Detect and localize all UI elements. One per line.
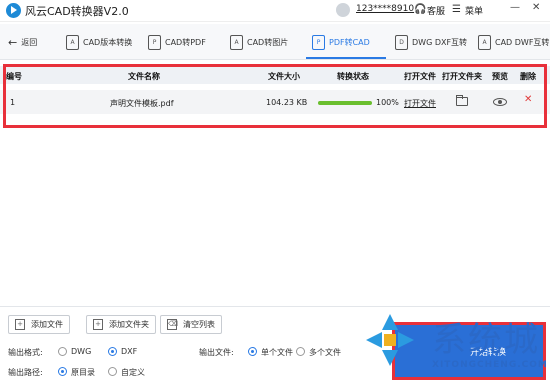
watermark-logo-icon xyxy=(366,314,414,366)
add-file-button[interactable]: + 添加文件 xyxy=(8,315,70,334)
custom-dir-label: 自定义 xyxy=(121,368,145,377)
output-file-label: 输出文件: xyxy=(199,348,234,357)
conversion-toolbar: ← 返回 A CAD版本转换 P CAD转PDF A CAD转图片 P PDF转… xyxy=(0,24,550,60)
title-bar: 风云CAD转换器V2.0 123****8910 🎧 客服 ☰ 菜单 — ✕ xyxy=(0,0,550,22)
tab-cad-dwf[interactable]: A CAD DWF互转 xyxy=(478,32,549,52)
format-dxf-label: DXF xyxy=(121,347,138,356)
tab-cad-to-image[interactable]: A CAD转图片 xyxy=(230,32,288,52)
tab-cad-to-pdf[interactable]: P CAD转PDF xyxy=(148,32,206,52)
app-logo-icon xyxy=(6,3,21,18)
user-avatar-icon[interactable] xyxy=(336,3,350,17)
original-dir-radio[interactable] xyxy=(58,367,67,376)
highlight-box-table xyxy=(3,64,547,128)
active-tab-indicator xyxy=(306,57,386,59)
format-dxf-radio[interactable] xyxy=(108,347,117,356)
pdf-file-icon: P xyxy=(148,34,161,50)
output-path-label: 输出路径: xyxy=(8,368,43,377)
custom-dir-radio[interactable] xyxy=(108,367,117,376)
back-button[interactable]: ← 返回 xyxy=(8,32,37,52)
menu-button[interactable]: 菜单 xyxy=(465,4,483,17)
multi-file-label: 多个文件 xyxy=(309,348,341,357)
add-folder-icon: + xyxy=(93,319,103,330)
watermark-text: 系统城 xyxy=(432,320,540,360)
tab-cad-version[interactable]: A CAD版本转换 xyxy=(66,32,132,52)
tab-label: PDF转CAD xyxy=(329,37,370,47)
single-file-radio[interactable] xyxy=(248,347,257,356)
clear-list-label: 清空列表 xyxy=(183,320,215,329)
tab-label: CAD转图片 xyxy=(247,37,289,47)
tab-dwg-dxf[interactable]: D DWG DXF互转 xyxy=(395,32,467,52)
tab-label: DWG DXF互转 xyxy=(412,37,468,47)
dwg-file-icon: D xyxy=(395,34,408,50)
headset-icon[interactable]: 🎧 xyxy=(414,4,426,15)
user-account-link[interactable]: 123****8910 xyxy=(356,4,414,14)
add-file-label: 添加文件 xyxy=(31,320,63,329)
dwf-file-icon: A xyxy=(478,34,491,50)
original-dir-label: 原目录 xyxy=(71,368,95,377)
tab-label: CAD DWF互转 xyxy=(495,37,550,47)
output-format-label: 输出格式: xyxy=(8,348,43,357)
multi-file-radio[interactable] xyxy=(296,347,305,356)
tab-label: CAD版本转换 xyxy=(83,37,133,47)
single-file-label: 单个文件 xyxy=(261,348,293,357)
format-dwg-label: DWG xyxy=(71,347,92,356)
cad-file-icon: A xyxy=(66,34,79,50)
format-dwg-radio[interactable] xyxy=(58,347,67,356)
tab-pdf-to-cad[interactable]: P PDF转CAD xyxy=(312,32,370,52)
menu-icon[interactable]: ☰ xyxy=(452,4,461,15)
tab-label: CAD转PDF xyxy=(165,37,206,47)
pdf-file-icon: P xyxy=(312,34,325,50)
minimize-button[interactable]: — xyxy=(510,2,520,13)
close-button[interactable]: ✕ xyxy=(532,2,540,13)
add-file-icon: + xyxy=(15,319,25,330)
trash-icon: ⌫ xyxy=(167,319,178,330)
add-folder-button[interactable]: + 添加文件夹 xyxy=(86,315,156,334)
back-label: 返回 xyxy=(21,37,38,47)
back-arrow-icon: ← xyxy=(8,35,18,49)
clear-list-button[interactable]: ⌫ 清空列表 xyxy=(160,315,222,334)
watermark-subtext: XITONGCHENG.COM xyxy=(432,360,548,370)
app-title: 风云CAD转换器V2.0 xyxy=(25,5,129,18)
image-file-icon: A xyxy=(230,34,243,50)
service-button[interactable]: 客服 xyxy=(427,4,445,17)
add-folder-label: 添加文件夹 xyxy=(109,320,149,329)
